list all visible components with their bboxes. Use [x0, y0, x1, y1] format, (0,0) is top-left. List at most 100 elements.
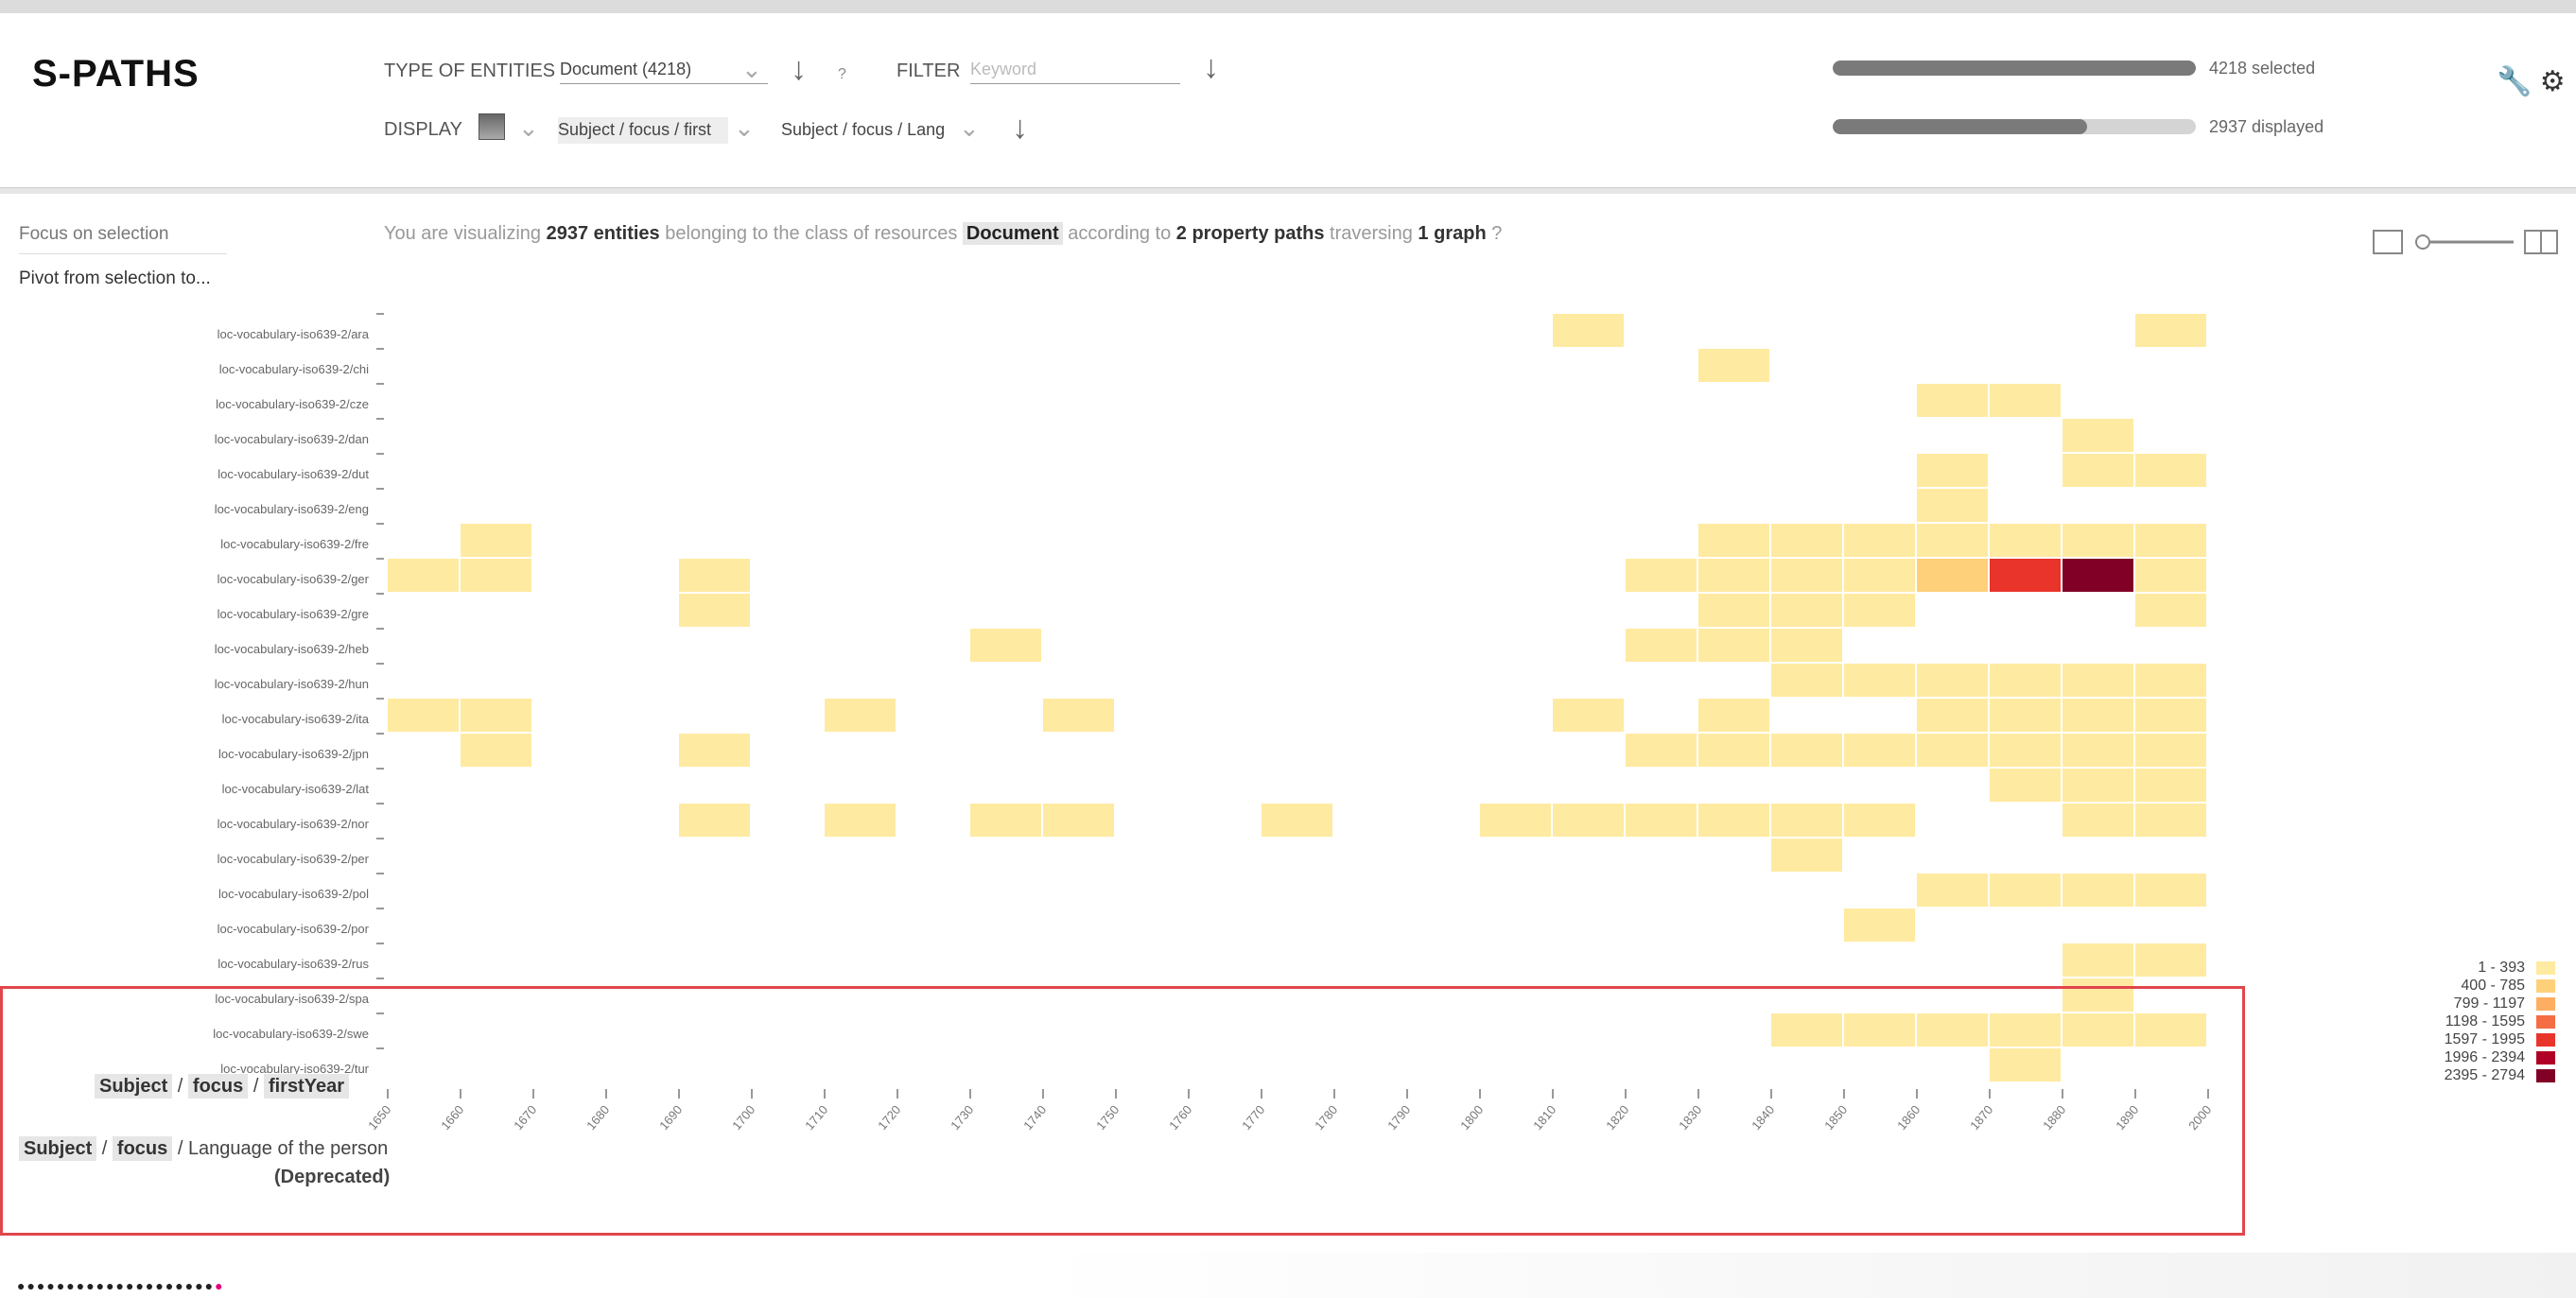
app-logo: S-PATHS — [32, 53, 200, 95]
heatmap-cell — [679, 594, 750, 627]
displayed-progress-fill — [1833, 119, 2087, 134]
y-tick-label: loc-vocabulary-iso639-2/gre — [218, 607, 369, 621]
heatmap-cell — [2063, 769, 2133, 802]
heatmap-cell — [1990, 664, 2061, 697]
heatmap-cell — [1771, 839, 1842, 872]
heatmap-cell — [679, 559, 750, 592]
heatmap-cell — [1917, 384, 1988, 417]
y-tick-label: loc-vocabulary-iso639-2/cze — [216, 397, 369, 411]
type-chevron-down-icon[interactable]: ⌄ — [741, 57, 762, 81]
heatmap-cell — [2063, 874, 2133, 907]
heatmap-cell — [2135, 559, 2206, 592]
filter-label: FILTER — [896, 61, 961, 81]
displayed-count: 2937 displayed — [2209, 117, 2324, 136]
summary-graph-count: 1 graph — [1418, 223, 1487, 244]
summary-help-icon[interactable]: ? — [1491, 223, 1502, 244]
heatmap-display-icon[interactable] — [479, 113, 505, 140]
summary-path-count: 2 property paths — [1175, 223, 1325, 244]
legend-swatch — [2536, 1050, 2555, 1064]
legend-item: 799 - 1197 — [2421, 995, 2555, 1012]
heatmap-cell — [1990, 384, 2061, 417]
selected-progress-bar — [1833, 61, 2196, 76]
heatmap-cell — [1698, 804, 1769, 837]
heatmap-cell — [1553, 314, 1624, 347]
legend-item-label: 1996 - 2394 — [2444, 1048, 2525, 1065]
y-tick-label: loc-vocabulary-iso639-2/heb — [215, 642, 369, 656]
legend-item: 1597 - 1995 — [2421, 1030, 2555, 1048]
legend-swatch — [2536, 996, 2555, 1011]
heatmap-cell — [1990, 699, 2061, 732]
heatmap-cell — [461, 559, 531, 592]
legend-item: 1198 - 1595 — [2421, 1012, 2555, 1030]
heatmap-cell — [1844, 559, 1915, 592]
type-of-entities-select[interactable]: Document (4218) — [560, 57, 768, 84]
displayed-progress-bar — [1833, 119, 2196, 134]
heatmap-cell — [1771, 629, 1842, 662]
heatmap-cell — [2063, 804, 2133, 837]
heatmap-cell — [2063, 943, 2133, 977]
summary-class-chip[interactable]: Document — [962, 222, 1063, 245]
heatmap-cell — [1771, 734, 1842, 767]
focus-on-selection[interactable]: Focus on selection — [19, 224, 168, 245]
sidebar-divider — [19, 253, 227, 254]
heatmap-cell — [1626, 804, 1697, 837]
heatmap-cell — [2135, 874, 2206, 907]
tools: 🔧 ⚙ — [2497, 65, 2566, 98]
size-slider-handle[interactable] — [2415, 234, 2430, 250]
wrench-icon[interactable]: 🔧 — [2497, 66, 2532, 97]
display-label: DISPLAY — [384, 119, 462, 140]
summary-text-3: according to — [1068, 223, 1172, 244]
pivot-from-selection[interactable]: Pivot from selection to... — [19, 268, 211, 289]
filter-apply-arrow-icon[interactable]: ↓ — [1203, 51, 1219, 83]
heatmap-cell — [2063, 454, 2133, 487]
path2-chevron-down-icon[interactable]: ⌄ — [959, 115, 980, 140]
path1-chevron-down-icon[interactable]: ⌄ — [734, 115, 755, 140]
heatmap-cell — [2135, 734, 2206, 767]
sort-arrow-down-icon[interactable]: ↓ — [791, 53, 807, 85]
heatmap-cell — [1698, 559, 1769, 592]
legend-swatch — [2536, 961, 2555, 975]
heatmap-cell — [1043, 804, 1114, 837]
summary-entity-count: 2937 entities — [546, 223, 660, 244]
legend-swatch — [2536, 1014, 2555, 1029]
heatmap-cell — [1553, 804, 1624, 837]
heatmap-cell — [2135, 769, 2206, 802]
heatmap-cell — [2063, 699, 2133, 732]
settings-gear-icon[interactable]: ⚙ — [2540, 66, 2566, 97]
legend-swatch — [2536, 978, 2555, 993]
path-sort-arrow-icon[interactable]: ↓ — [1012, 112, 1028, 144]
y-tick-label: loc-vocabulary-iso639-2/fre — [220, 537, 369, 551]
summary-sentence: You are visualizing 2937 entities belong… — [384, 222, 1502, 245]
path1-select[interactable]: Subject / focus / first — [558, 117, 728, 144]
pagination-dot-active[interactable]: ● — [215, 1278, 224, 1293]
path2-select[interactable]: Subject / focus / Lang — [781, 117, 951, 144]
heatmap-cell — [2063, 734, 2133, 767]
single-view-icon[interactable] — [2373, 230, 2403, 254]
legend-item: 1996 - 2394 — [2421, 1048, 2555, 1066]
heatmap-cell — [1698, 734, 1769, 767]
heatmap-cell — [388, 559, 459, 592]
legend-item-label: 400 - 785 — [2461, 977, 2525, 994]
type-help-icon[interactable]: ? — [838, 66, 846, 83]
y-tick-label: loc-vocabulary-iso639-2/rus — [218, 957, 369, 971]
heatmap-cell — [1698, 699, 1769, 732]
heatmap-cell — [1844, 524, 1915, 557]
filter-input[interactable]: Keyword — [970, 57, 1180, 84]
heatmap-cell — [2135, 454, 2206, 487]
legend-item-label: 1 - 393 — [2478, 959, 2525, 976]
heatmap-cell — [1698, 629, 1769, 662]
legend-swatch — [2536, 1068, 2555, 1082]
heatmap-cell — [1990, 874, 2061, 907]
legend-item-label: 2395 - 2794 — [2444, 1066, 2525, 1083]
heatmap-cell — [2063, 559, 2133, 592]
legend-item-label: 1198 - 1595 — [2445, 1012, 2525, 1030]
heatmap-cell — [2063, 419, 2133, 452]
display-chevron-down-icon[interactable]: ⌄ — [518, 115, 539, 140]
heatmap-cell — [1698, 349, 1769, 382]
heatmap-cell — [1844, 909, 1915, 942]
summary-text-1: You are visualizing — [384, 223, 542, 244]
heatmap-cell — [1844, 804, 1915, 837]
legend-item-label: 799 - 1197 — [2453, 995, 2525, 1012]
heatmap-cell — [2063, 664, 2133, 697]
heatmap-cell — [1480, 804, 1551, 837]
